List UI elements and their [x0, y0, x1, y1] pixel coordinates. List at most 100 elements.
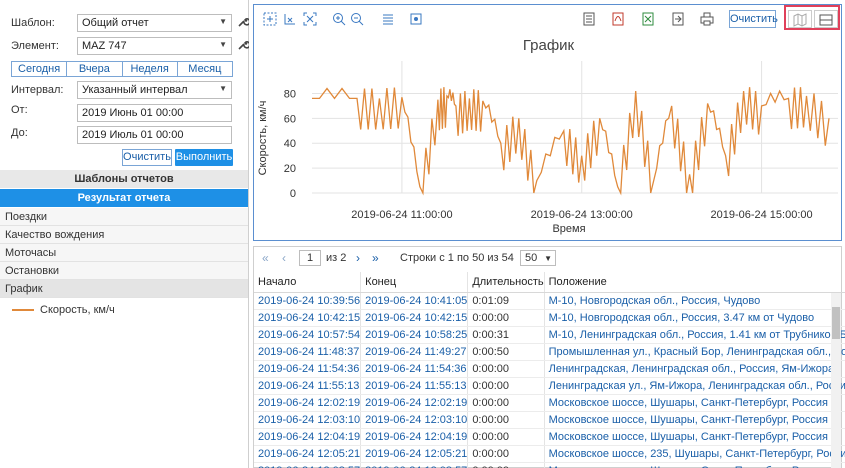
y-tick-label: 0	[290, 188, 296, 200]
table-cell[interactable]: 2019-06-24 10:41:05	[360, 292, 469, 310]
x-tick-label: 2019-06-24 15:00:00	[710, 209, 812, 221]
table-row[interactable]: 2019-06-24 10:39:56 2019-06-24 10:41:05 0:…	[254, 292, 845, 310]
table-row[interactable]: 2019-06-24 10:57:54 2019-06-24 10:58:25 0:…	[254, 326, 845, 344]
table-row[interactable]: 2019-06-24 12:05:21 2019-06-24 12:05:21 0:…	[254, 445, 845, 463]
table-row[interactable]: 2019-06-24 12:04:19 2019-06-24 12:04:19 0:…	[254, 428, 845, 446]
table-cell[interactable]: 2019-06-24 11:49:27	[360, 343, 469, 361]
table-cell[interactable]: 2019-06-24 12:04:19	[254, 428, 362, 446]
table-cell[interactable]: Московское шоссе, Шушары, Санкт-Петербур…	[544, 394, 845, 412]
table-cell[interactable]: М-10, Новгородская обл., Россия, 3.47 км…	[544, 309, 845, 327]
run-button[interactable]: Выполнить	[175, 149, 233, 166]
column-header[interactable]: Конец	[360, 272, 469, 293]
last-page-icon[interactable]: »	[372, 251, 379, 265]
table-cell[interactable]: 2019-06-24 10:42:15	[254, 309, 362, 327]
chevron-down-icon: ▼	[219, 40, 227, 49]
period-yesterday-button[interactable]: Вчера	[67, 62, 123, 76]
rows-info: Строки с 1 по 50 из 54	[400, 252, 514, 264]
table-cell[interactable]: 2019-06-24 11:55:13	[360, 377, 469, 395]
table-cell[interactable]: 2019-06-24 10:57:54	[254, 326, 362, 344]
table-cell[interactable]: 2019-06-24 10:42:15	[360, 309, 469, 327]
interval-select[interactable]: Указанный интервал ▼	[77, 81, 232, 99]
wrench-icon[interactable]	[237, 16, 249, 28]
table-row[interactable]: 2019-06-24 10:42:15 2019-06-24 10:42:15 0:…	[254, 309, 845, 327]
table-cell[interactable]: Московское шоссе, Шушары, Санкт-Петербур…	[544, 462, 845, 468]
column-header[interactable]: Длительность	[467, 272, 545, 293]
table-row[interactable]: 2019-06-24 11:54:36 2019-06-24 11:54:36 0:…	[254, 360, 845, 378]
wrench-icon[interactable]	[237, 39, 249, 51]
table-panel: « ‹ 1 из 2 › » Строки с 1 по 50 из 54 50…	[253, 246, 845, 468]
table-cell[interactable]: Ленинградская, Ленинградская обл., Росси…	[544, 360, 845, 378]
table-cell[interactable]: 2019-06-24 12:03:10	[254, 411, 362, 429]
period-month-button[interactable]: Месяц	[178, 62, 232, 76]
table-scrollbar[interactable]	[831, 293, 841, 468]
table-cell[interactable]: 2019-06-24 12:05:21	[360, 445, 469, 463]
to-label: До:	[11, 127, 28, 139]
table-cell[interactable]: 2019-06-24 12:04:19	[360, 428, 469, 446]
table-cell[interactable]: 2019-06-24 12:08:57	[254, 462, 362, 468]
table-cell[interactable]: М-10, Ленинградская обл., Россия, 1.41 к…	[544, 326, 845, 344]
next-page-icon[interactable]: ›	[356, 251, 360, 265]
first-page-icon[interactable]: «	[262, 251, 269, 265]
element-label: Элемент:	[11, 40, 59, 52]
table-cell[interactable]: 2019-06-24 11:55:13	[254, 377, 362, 395]
period-week-button[interactable]: Неделя	[123, 62, 178, 76]
page-size-value: 50	[525, 252, 538, 264]
element-value: MAZ 747	[82, 40, 127, 52]
table-cell[interactable]: 2019-06-24 12:08:57	[360, 462, 469, 468]
section-templates[interactable]: Шаблоны отчетов	[0, 170, 248, 188]
scrollbar-thumb[interactable]	[832, 307, 840, 339]
table-cell[interactable]: 2019-06-24 12:05:21	[254, 445, 362, 463]
table-cell[interactable]: 2019-06-24 12:02:19	[254, 394, 362, 412]
table-cell[interactable]: 2019-06-24 12:02:19	[360, 394, 469, 412]
prev-page-icon[interactable]: ‹	[282, 251, 286, 265]
page-size-select[interactable]: 50 ▼	[520, 250, 556, 266]
interval-value: Указанный интервал	[82, 84, 188, 96]
chart-panel: Очистить График 0 20 40 60 80 2019-06-24 11:0…	[253, 4, 842, 241]
chevron-down-icon: ▼	[219, 17, 227, 26]
legend-line	[12, 309, 34, 311]
table-cell: 0:00:00	[467, 462, 545, 468]
period-buttons: Сегодня Вчера Неделя Месяц	[11, 61, 233, 77]
column-header[interactable]: Начало	[254, 272, 362, 293]
table-row[interactable]: 2019-06-24 12:02:19 2019-06-24 12:02:19 0:…	[254, 394, 845, 412]
y-tick-label: 60	[284, 113, 296, 125]
table-cell: 0:00:00	[467, 445, 545, 463]
table-cell[interactable]: 2019-06-24 10:58:25	[360, 326, 469, 344]
table-row[interactable]: 2019-06-24 12:08:572019-06-24 12:08:570:…	[254, 462, 845, 468]
table-cell[interactable]: Московское шоссе, 235, Шушары, Санкт-Пет…	[544, 445, 845, 463]
page-input[interactable]: 1	[299, 250, 321, 266]
table-cell[interactable]: 2019-06-24 10:39:56	[254, 292, 362, 310]
table-cell: 0:00:00	[467, 394, 545, 412]
table-cell[interactable]: 2019-06-24 11:54:36	[360, 360, 469, 378]
table-cell[interactable]: 2019-06-24 12:03:10	[360, 411, 469, 429]
table-cell[interactable]: Московское шоссе, Шушары, Санкт-Петербур…	[544, 428, 845, 446]
table-cell[interactable]: Ленинградская ул., Ям-Ижора, Ленинградск…	[544, 377, 845, 395]
table-cell[interactable]: М-10, Новгородская обл., Россия, Чудово	[544, 292, 845, 310]
column-header[interactable]: Положение	[544, 272, 845, 293]
element-select[interactable]: MAZ 747 ▼	[77, 37, 232, 55]
x-axis-label: Время	[552, 223, 585, 235]
speed-series-line	[312, 87, 830, 196]
table-cell[interactable]: 2019-06-24 11:48:37	[254, 343, 362, 361]
nav-item-trips[interactable]: Поездки	[0, 208, 248, 226]
table-cell[interactable]: Промышленная ул., Красный Бор, Ленинград…	[544, 343, 845, 361]
template-select[interactable]: Общий отчет ▼	[77, 14, 232, 32]
nav-item-engine-hours[interactable]: Моточасы	[0, 244, 248, 262]
y-tick-label: 40	[284, 138, 296, 150]
section-result[interactable]: Результат отчета	[0, 189, 248, 207]
period-today-button[interactable]: Сегодня	[12, 62, 68, 76]
to-date-input[interactable]: 2019 Июль 01 00:00	[77, 126, 232, 144]
table-row[interactable]: 2019-06-24 12:03:10 2019-06-24 12:03:10 0:…	[254, 411, 845, 429]
table-cell: 0:00:00	[467, 377, 545, 395]
table-row[interactable]: 2019-06-24 11:55:13 2019-06-24 11:55:13 0:…	[254, 377, 845, 395]
from-date-input[interactable]: 2019 Июнь 01 00:00	[77, 104, 232, 122]
nav-item-driving-quality[interactable]: Качество вождения	[0, 226, 248, 244]
nav-item-chart[interactable]: График	[0, 280, 248, 298]
table-cell: 0:01:09	[467, 292, 545, 310]
table-cell[interactable]: Московское шоссе, Шушары, Санкт-Петербур…	[544, 411, 845, 429]
clear-button[interactable]: Очистить	[122, 149, 172, 166]
chart-svg: 0 20 40 60 80 2019-06-24 11:00:00 2019-06-24 1…	[257, 61, 838, 235]
nav-item-stops[interactable]: Остановки	[0, 262, 248, 280]
table-row[interactable]: 2019-06-24 11:48:37 2019-06-24 11:49:27 0:…	[254, 343, 845, 361]
table-cell[interactable]: 2019-06-24 11:54:36	[254, 360, 362, 378]
